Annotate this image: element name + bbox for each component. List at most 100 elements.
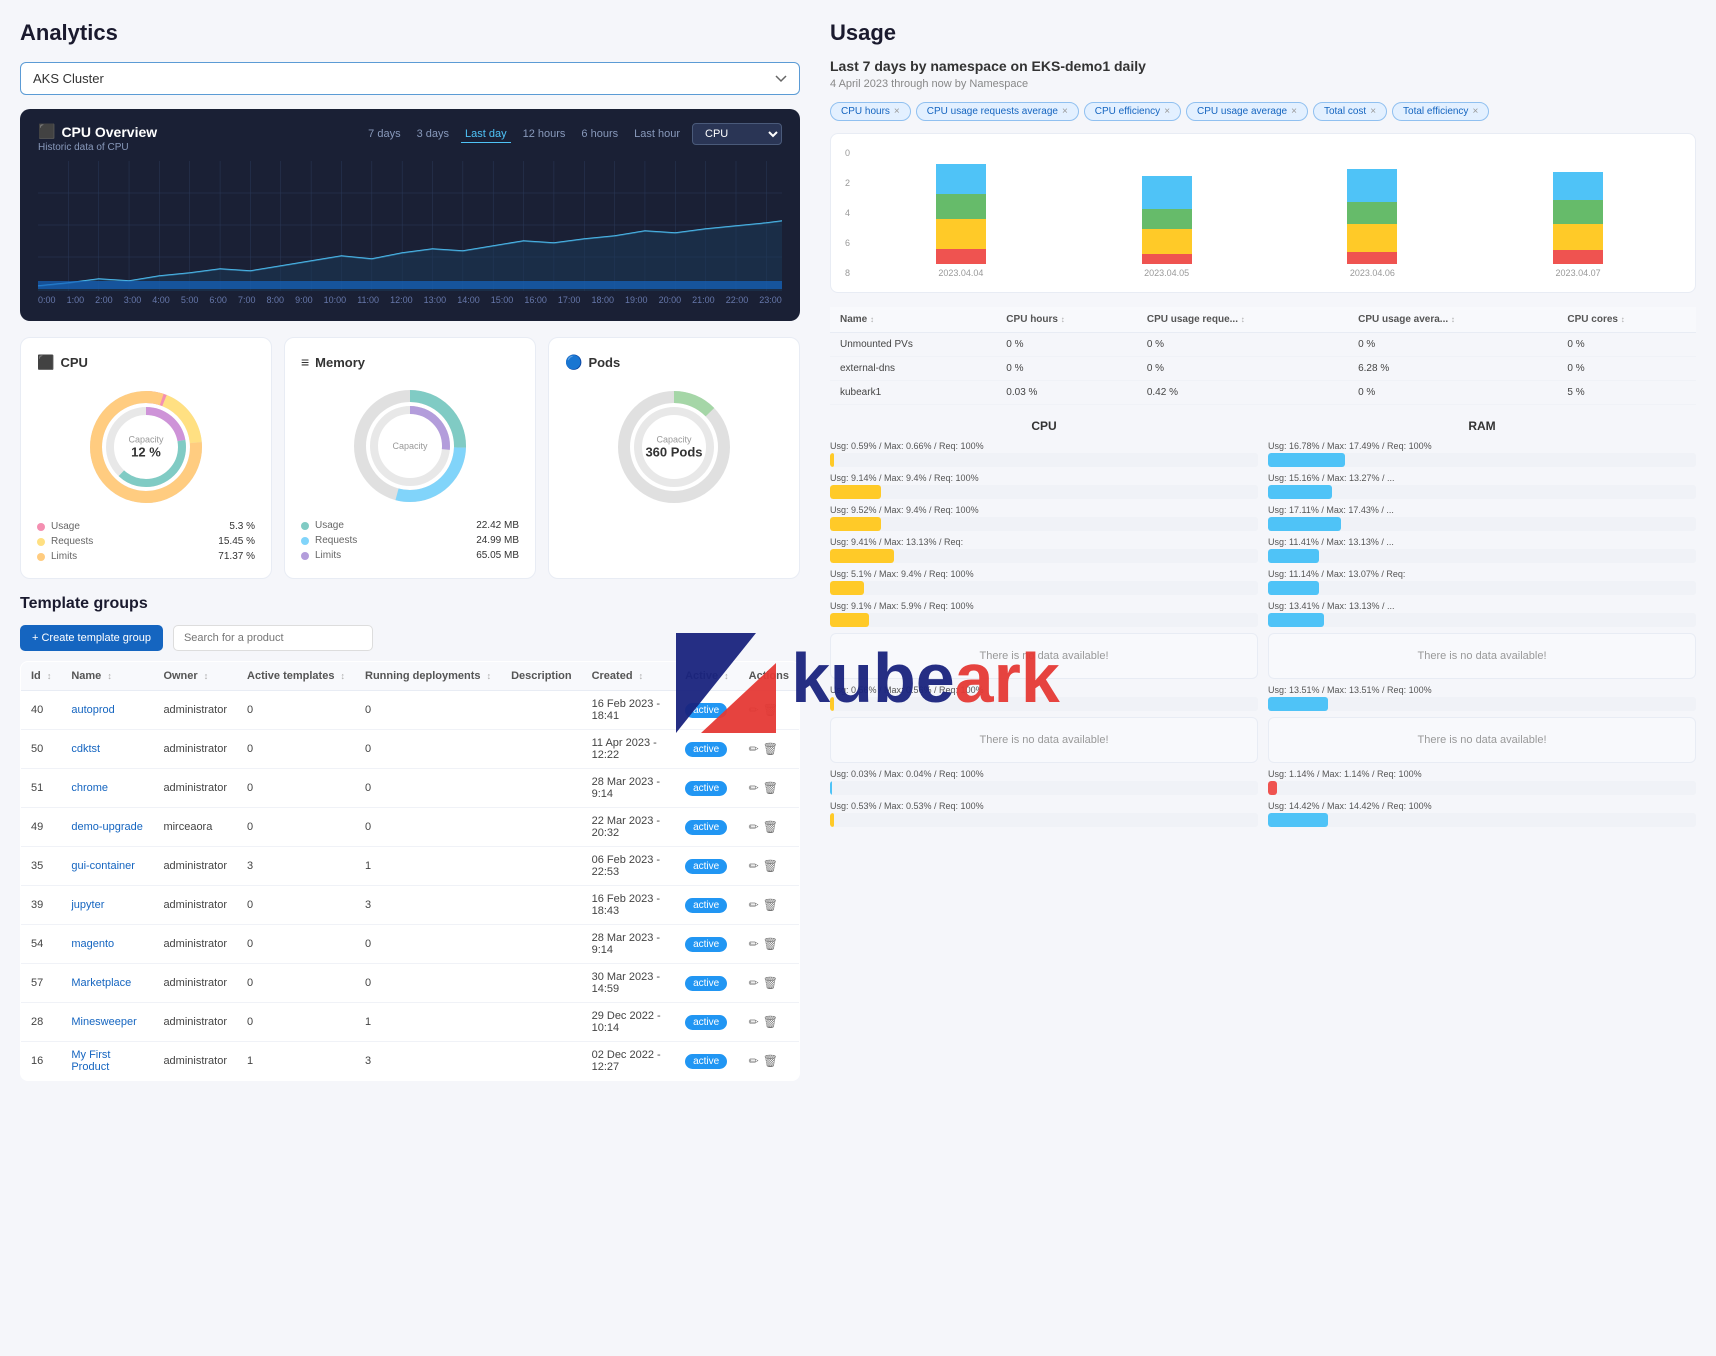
col-active[interactable]: Active ↕ bbox=[675, 662, 739, 691]
table-row: 16 My First Product administrator 1 3 02… bbox=[21, 1042, 800, 1081]
memory-donut-wrapper: Capacity bbox=[301, 386, 519, 506]
edit-icon[interactable]: ✏ bbox=[749, 820, 759, 834]
delete-icon[interactable]: 🗑 bbox=[763, 1015, 778, 1029]
usage-col-cpu-cores[interactable]: CPU cores ↕ bbox=[1557, 307, 1696, 333]
y-axis: 8 6 4 2 0 bbox=[845, 148, 850, 278]
edit-icon[interactable]: ✏ bbox=[749, 1054, 759, 1068]
template-name-link[interactable]: jupyter bbox=[71, 899, 104, 911]
active-badge[interactable]: active bbox=[685, 742, 727, 757]
cpu-no-data-2: There is no data available! bbox=[830, 717, 1258, 763]
template-name-link[interactable]: demo-upgrade bbox=[71, 821, 143, 833]
cpu-donut-wrapper: Capacity 12 % bbox=[37, 387, 255, 507]
cpu-col-title: CPU bbox=[830, 419, 1258, 433]
col-active-tpl[interactable]: Active templates ↕ bbox=[237, 662, 355, 691]
edit-icon[interactable]: ✏ bbox=[749, 781, 759, 795]
pods-donut-center: Capacity 360 Pods bbox=[645, 435, 702, 460]
template-name-link[interactable]: magento bbox=[71, 938, 114, 950]
usage-col-cpu-req[interactable]: CPU usage reque... ↕ bbox=[1137, 307, 1348, 333]
delete-icon[interactable]: 🗑 bbox=[763, 781, 778, 795]
active-badge[interactable]: active bbox=[685, 859, 727, 874]
active-badge[interactable]: active bbox=[685, 703, 727, 718]
memory-card-icon: ≡ bbox=[301, 354, 309, 370]
cpu-bar-1: Usg: 0.59% / Max: 0.66% / Req: 100% bbox=[830, 441, 1258, 467]
edit-icon[interactable]: ✏ bbox=[749, 976, 759, 990]
template-name-link[interactable]: chrome bbox=[71, 782, 108, 794]
active-badge[interactable]: active bbox=[685, 781, 727, 796]
memory-donut-center: Capacity bbox=[392, 441, 427, 451]
active-badge[interactable]: active bbox=[685, 976, 727, 991]
edit-icon[interactable]: ✏ bbox=[749, 859, 759, 873]
legend-item-usage: Usage 5.3 % bbox=[37, 521, 255, 532]
ram-bar-7: Usg: 13.51% / Max: 13.51% / Req: 100% bbox=[1268, 685, 1696, 711]
delete-icon[interactable]: 🗑 bbox=[763, 976, 778, 990]
time-btn-lastday[interactable]: Last day bbox=[461, 126, 511, 143]
edit-icon[interactable]: ✏ bbox=[749, 898, 759, 912]
col-id[interactable]: Id ↕ bbox=[21, 662, 62, 691]
col-desc: Description bbox=[501, 662, 582, 691]
time-btn-7days[interactable]: 7 days bbox=[364, 126, 404, 142]
usage-col-name[interactable]: Name ↕ bbox=[830, 307, 996, 333]
legend-mem-usage: Usage 22.42 MB bbox=[301, 520, 519, 531]
delete-icon[interactable]: 🗑 bbox=[763, 859, 778, 873]
cpu-ram-section: CPU Usg: 0.59% / Max: 0.66% / Req: 100% … bbox=[830, 419, 1696, 833]
cpu-metric-dropdown[interactable]: CPU Memory bbox=[692, 123, 782, 145]
time-btn-12h[interactable]: 12 hours bbox=[519, 126, 570, 142]
delete-icon[interactable]: 🗑 bbox=[763, 898, 778, 912]
filter-tag-total-cost[interactable]: Total cost × bbox=[1313, 102, 1387, 121]
active-badge[interactable]: active bbox=[685, 1015, 727, 1030]
page-title: Analytics bbox=[20, 20, 800, 46]
cpu-bar-2: Usg: 9.14% / Max: 9.4% / Req: 100% bbox=[830, 473, 1258, 499]
delete-icon[interactable]: 🗑 bbox=[763, 820, 778, 834]
template-name-link[interactable]: cdktst bbox=[71, 743, 100, 755]
product-search-input[interactable] bbox=[173, 625, 373, 651]
filter-tag-cpu-req-avg[interactable]: CPU usage requests average × bbox=[916, 102, 1079, 121]
bars-wrapper: 2023.04.04 2023.04.05 bbox=[858, 148, 1681, 278]
active-badge[interactable]: active bbox=[685, 820, 727, 835]
template-name-link[interactable]: autoprod bbox=[71, 704, 114, 716]
cluster-select[interactable]: AKS Cluster EKS Cluster GKE Cluster bbox=[20, 62, 800, 95]
active-badge[interactable]: active bbox=[685, 898, 727, 913]
template-name-link[interactable]: Marketplace bbox=[71, 977, 131, 989]
usage-col-cpu-hours[interactable]: CPU hours ↕ bbox=[996, 307, 1137, 333]
pods-donut-wrapper: Capacity 360 Pods bbox=[565, 387, 783, 507]
cpu-column: CPU Usg: 0.59% / Max: 0.66% / Req: 100% … bbox=[830, 419, 1258, 833]
time-btn-3days[interactable]: 3 days bbox=[413, 126, 453, 142]
delete-icon[interactable]: 🗑 bbox=[763, 937, 778, 951]
cpu-bar-3: Usg: 9.52% / Max: 9.4% / Req: 100% bbox=[830, 505, 1258, 531]
memory-legend: Usage 22.42 MB Requests 24.99 MB Limits … bbox=[301, 520, 519, 561]
legend-mem-requests: Requests 24.99 MB bbox=[301, 535, 519, 546]
delete-icon[interactable]: 🗑 bbox=[763, 703, 778, 717]
table-row: 28 Minesweeper administrator 0 1 29 Dec … bbox=[21, 1003, 800, 1042]
ram-bar-4: Usg: 11.41% / Max: 13.13% / ... bbox=[1268, 537, 1696, 563]
create-template-group-button[interactable]: + Create template group bbox=[20, 625, 163, 651]
filter-tag-total-eff[interactable]: Total efficiency × bbox=[1392, 102, 1489, 121]
time-btn-lasthour[interactable]: Last hour bbox=[630, 126, 684, 142]
edit-icon[interactable]: ✏ bbox=[749, 937, 759, 951]
ram-bar-5: Usg: 11.14% / Max: 13.07% / Req: bbox=[1268, 569, 1696, 595]
filter-tag-cpu-avg[interactable]: CPU usage average × bbox=[1186, 102, 1308, 121]
filter-tag-cpu-eff[interactable]: CPU efficiency × bbox=[1084, 102, 1181, 121]
filter-tag-cpu-hours[interactable]: CPU hours × bbox=[830, 102, 911, 121]
col-name[interactable]: Name ↕ bbox=[61, 662, 153, 691]
edit-icon[interactable]: ✏ bbox=[749, 703, 759, 717]
edit-icon[interactable]: ✏ bbox=[749, 1015, 759, 1029]
col-running[interactable]: Running deployments ↕ bbox=[355, 662, 501, 691]
usage-bar-chart: 8 6 4 2 0 2023.04.04 bbox=[830, 133, 1696, 293]
right-panel-title: Usage bbox=[830, 20, 1696, 46]
active-badge[interactable]: active bbox=[685, 1054, 727, 1069]
pods-card-icon: 🔵 bbox=[565, 354, 582, 371]
template-name-link[interactable]: gui-container bbox=[71, 860, 135, 872]
cpu-overview-subtitle: Historic data of CPU bbox=[38, 142, 157, 153]
table-row: 39 jupyter administrator 0 3 16 Feb 2023… bbox=[21, 886, 800, 925]
col-created[interactable]: Created ↕ bbox=[582, 662, 675, 691]
edit-icon[interactable]: ✏ bbox=[749, 742, 759, 756]
template-name-link[interactable]: Minesweeper bbox=[71, 1016, 136, 1028]
time-btn-6h[interactable]: 6 hours bbox=[577, 126, 622, 142]
col-owner[interactable]: Owner ↕ bbox=[153, 662, 237, 691]
template-name-link[interactable]: My First Product bbox=[71, 1049, 110, 1073]
usage-col-cpu-avg[interactable]: CPU usage avera... ↕ bbox=[1348, 307, 1557, 333]
delete-icon[interactable]: 🗑 bbox=[763, 742, 778, 756]
delete-icon[interactable]: 🗑 bbox=[763, 1054, 778, 1068]
active-badge[interactable]: active bbox=[685, 937, 727, 952]
table-row: 54 magento administrator 0 0 28 Mar 2023… bbox=[21, 925, 800, 964]
